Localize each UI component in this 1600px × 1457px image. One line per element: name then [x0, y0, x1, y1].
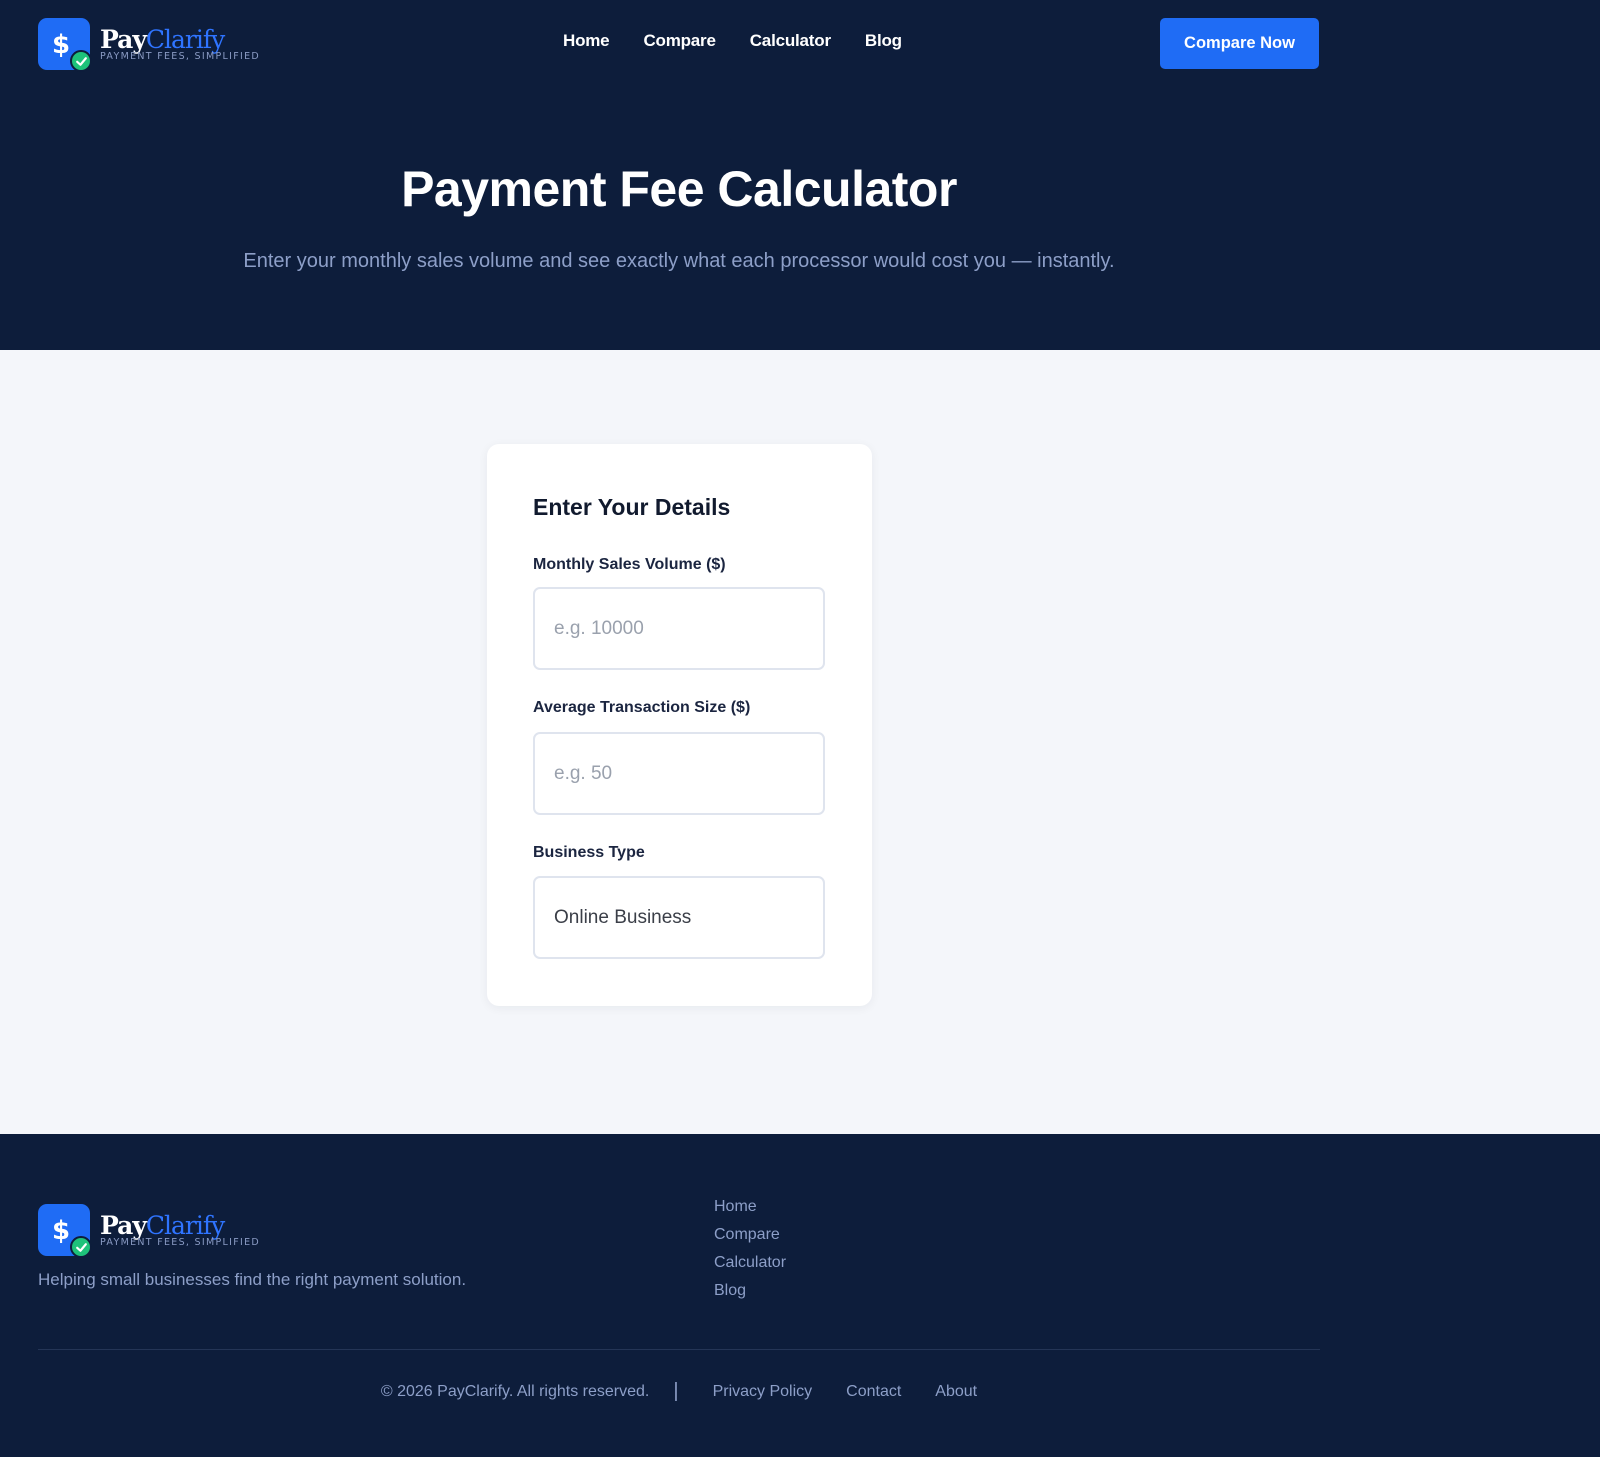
compare-now-button[interactable]: Compare Now — [1160, 18, 1319, 69]
business-type-value: Online Business — [554, 906, 692, 928]
dollar-icon: $ — [51, 30, 71, 60]
nav-link-calculator[interactable]: Calculator — [750, 31, 831, 51]
site-header: $ PayClarify PAYMENT FEES, SIMPLIFIED Ho… — [0, 0, 1600, 350]
avg-transaction-input[interactable] — [533, 732, 825, 815]
footer-separator: | — [673, 1380, 679, 1402]
monthly-sales-input[interactable] — [533, 587, 825, 670]
dollar-icon: $ — [51, 1216, 71, 1246]
about-link[interactable]: About — [935, 1383, 977, 1401]
business-type-label: Business Type — [533, 844, 645, 861]
page-title: Payment Fee Calculator — [401, 161, 957, 217]
logo[interactable]: $ PayClarify PAYMENT FEES, SIMPLIFIED — [38, 18, 260, 72]
business-type-select[interactable]: Online Business — [533, 876, 825, 959]
site-footer: $ PayClarify PAYMENT FEES, SIMPLIFIED He… — [0, 1134, 1600, 1457]
footer-brand-tagline: PAYMENT FEES, SIMPLIFIED — [100, 1236, 260, 1248]
footer-brand-name: PayClarify — [100, 1210, 225, 1240]
footer-link-home[interactable]: Home — [714, 1197, 786, 1217]
footer-logo[interactable]: $ PayClarify PAYMENT FEES, SIMPLIFIED — [38, 1204, 260, 1258]
brand-name: PayClarify — [100, 24, 225, 54]
check-icon — [70, 1236, 92, 1258]
check-icon — [70, 50, 92, 72]
footer-logo-text: PayClarify PAYMENT FEES, SIMPLIFIED — [100, 1210, 260, 1249]
nav-link-blog[interactable]: Blog — [865, 31, 902, 51]
footer-divider — [38, 1349, 1320, 1350]
footer-link-compare[interactable]: Compare — [714, 1225, 786, 1245]
footer-link-calculator[interactable]: Calculator — [714, 1253, 786, 1273]
footer-link-blog[interactable]: Blog — [714, 1281, 786, 1301]
details-card: Enter Your Details Monthly Sales Volume … — [487, 444, 872, 1006]
footer-bottom-bar: © 2026 PayClarify. All rights reserved. … — [0, 1380, 1358, 1403]
contact-link[interactable]: Contact — [846, 1383, 901, 1401]
card-title: Enter Your Details — [533, 494, 731, 520]
brand-tagline: PAYMENT FEES, SIMPLIFIED — [100, 50, 260, 62]
page-subtitle: Enter your monthly sales volume and see … — [243, 250, 1115, 272]
logo-text: PayClarify PAYMENT FEES, SIMPLIFIED — [100, 24, 260, 63]
nav-link-compare[interactable]: Compare — [643, 31, 715, 51]
footer-description: Helping small businesses find the right … — [38, 1270, 467, 1289]
logo-badge: $ — [38, 18, 92, 72]
nav-links: Home Compare Calculator Blog — [563, 31, 902, 51]
privacy-policy-link[interactable]: Privacy Policy — [713, 1383, 813, 1401]
top-nav: $ PayClarify PAYMENT FEES, SIMPLIFIED Ho… — [0, 0, 1600, 87]
footer-logo-badge: $ — [38, 1204, 92, 1258]
copyright: © 2026 PayClarify. All rights reserved. — [380, 1382, 650, 1400]
monthly-sales-label: Monthly Sales Volume ($) — [533, 556, 726, 573]
nav-link-home[interactable]: Home — [563, 31, 610, 51]
footer-links: Home Compare Calculator Blog — [714, 1197, 786, 1301]
avg-transaction-label: Average Transaction Size ($) — [533, 699, 751, 716]
